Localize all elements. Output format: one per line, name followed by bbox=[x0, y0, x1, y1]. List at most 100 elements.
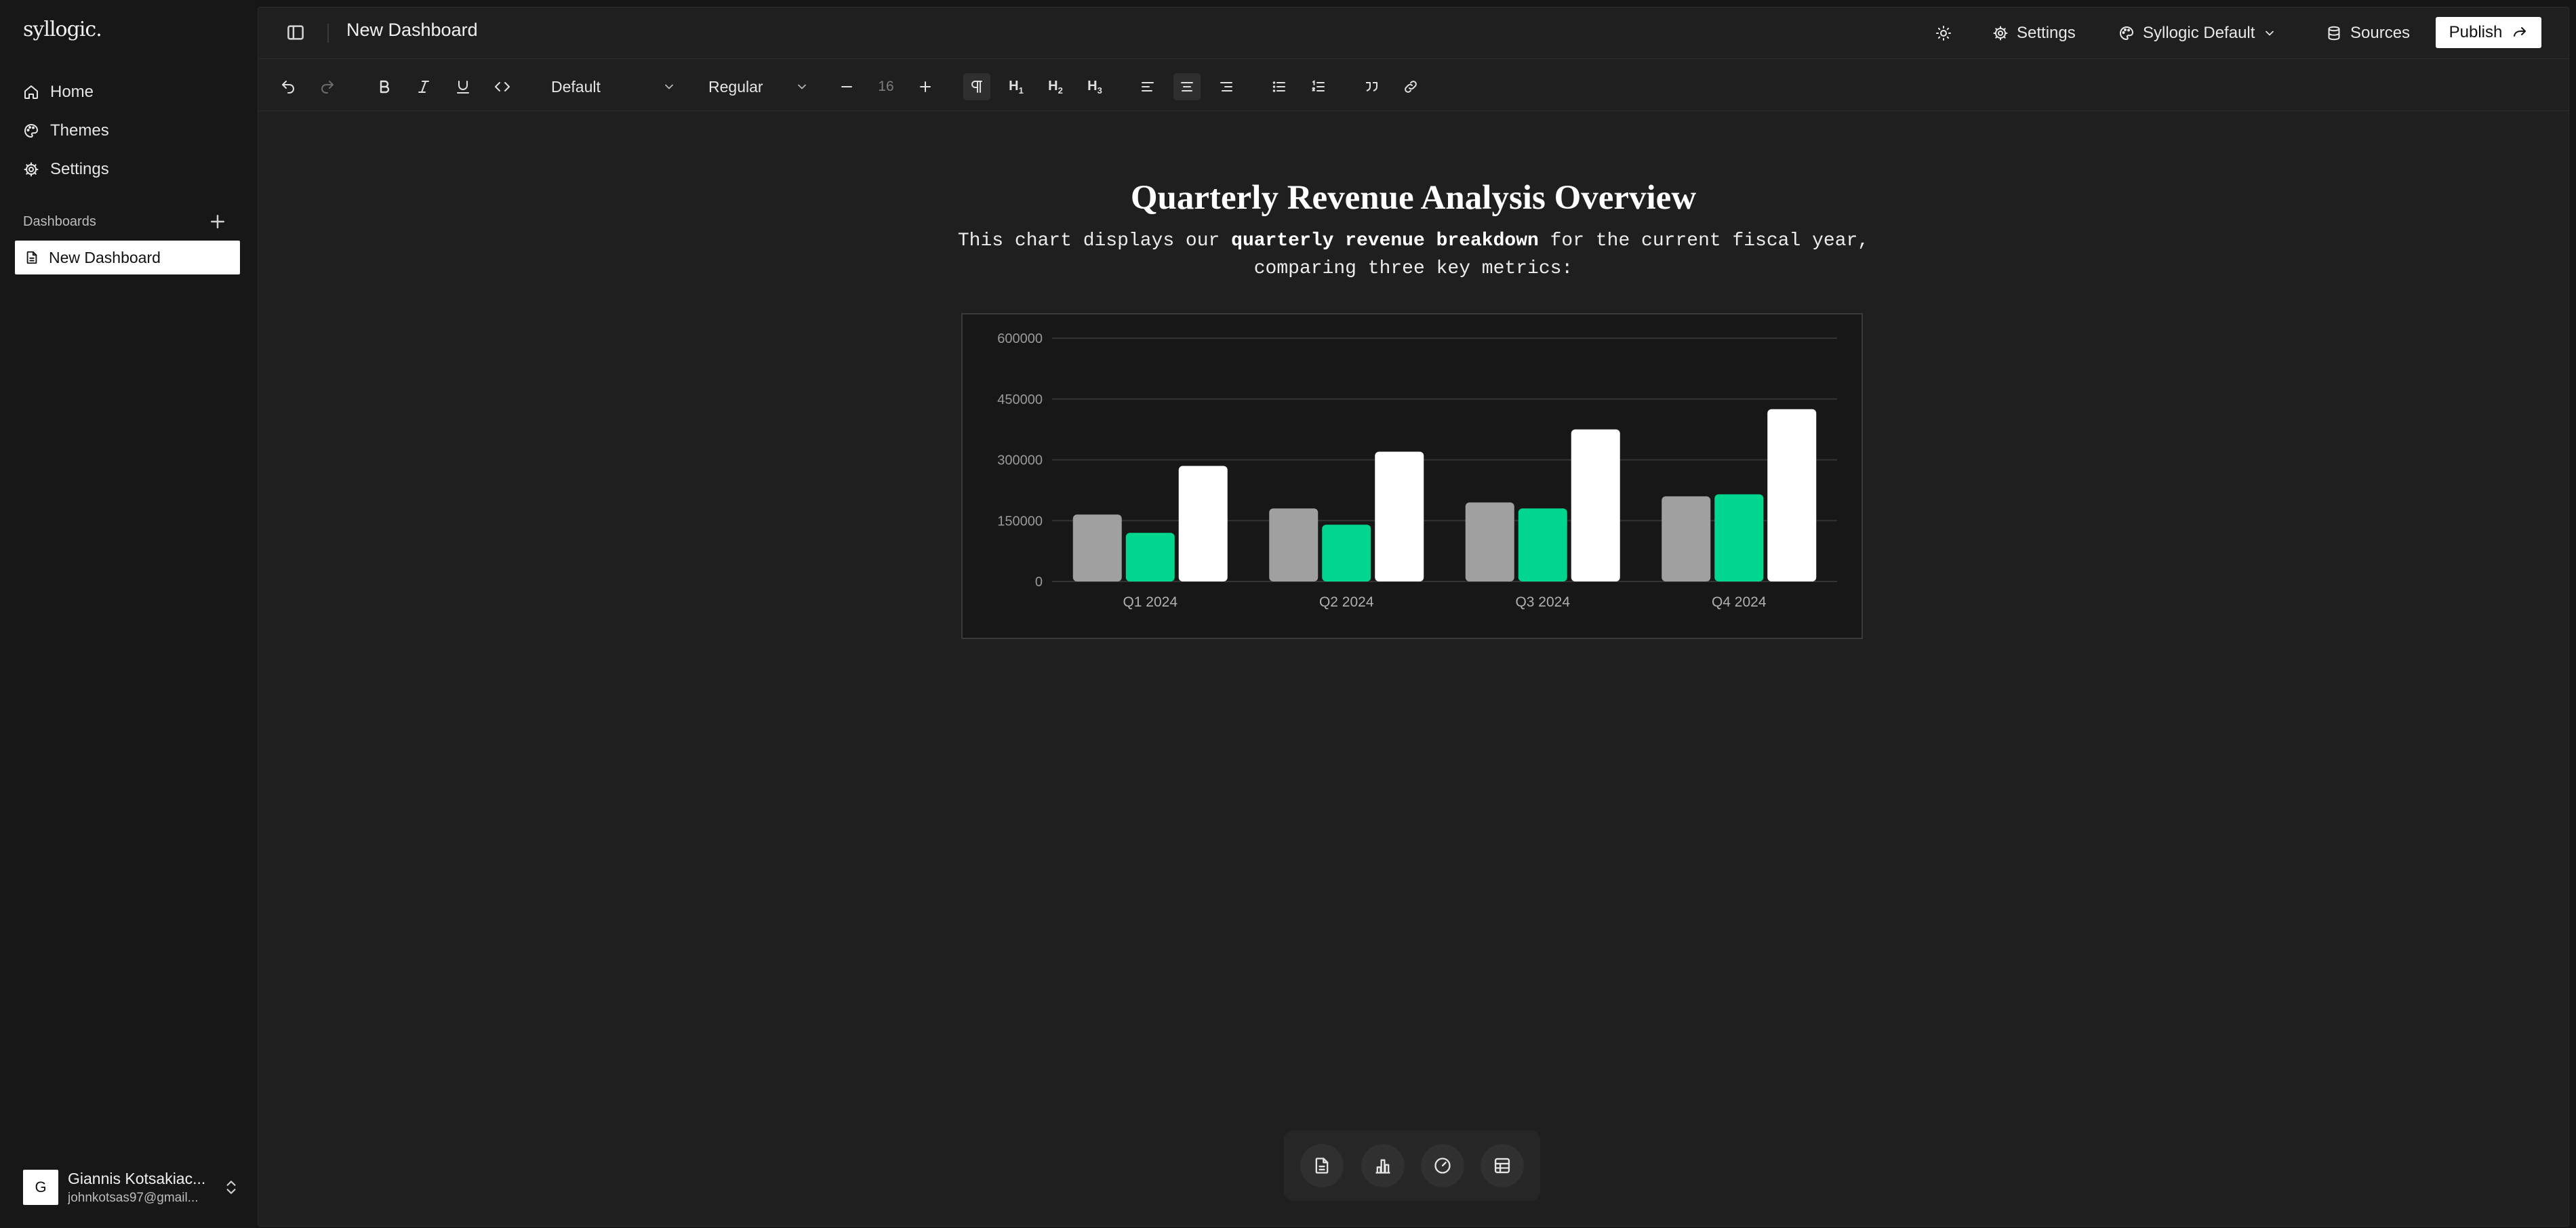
chevron-down-icon bbox=[2263, 26, 2276, 40]
settings-label: Settings bbox=[2017, 24, 2076, 42]
sources-button[interactable]: Sources bbox=[2326, 18, 2410, 48]
sources-label: Sources bbox=[2350, 24, 2411, 42]
settings-button[interactable]: Settings bbox=[1992, 18, 2076, 48]
avatar: G bbox=[23, 1170, 58, 1205]
app-logo[interactable]: syllogic. bbox=[23, 18, 102, 41]
add-chart-button[interactable] bbox=[1361, 1144, 1405, 1187]
add-text-block-button[interactable] bbox=[1300, 1144, 1344, 1187]
sidebar-item-new-dashboard[interactable]: New Dashboard bbox=[15, 241, 240, 274]
minus-icon bbox=[839, 79, 855, 95]
bar[interactable] bbox=[1269, 508, 1319, 581]
font-family-select[interactable]: Default bbox=[551, 73, 676, 100]
sidebar-item-themes[interactable]: Themes bbox=[15, 113, 239, 148]
font-size-decrease-button[interactable] bbox=[833, 73, 860, 100]
underline-icon bbox=[455, 79, 471, 95]
bar[interactable] bbox=[1662, 496, 1711, 581]
add-metric-button[interactable] bbox=[1421, 1144, 1464, 1187]
palette-icon bbox=[2118, 25, 2135, 41]
theme-select-label: Syllogic Default bbox=[2143, 24, 2255, 42]
paragraph-button[interactable] bbox=[963, 73, 990, 100]
heading-2-label: H2 bbox=[1048, 78, 1063, 96]
bar[interactable] bbox=[1518, 508, 1567, 581]
code-button[interactable] bbox=[489, 73, 516, 100]
document-heading[interactable]: Quarterly Revenue Analysis Overview bbox=[258, 178, 2569, 218]
home-icon bbox=[23, 84, 39, 100]
plus-icon bbox=[917, 79, 933, 95]
dashboards-section-label: Dashboards bbox=[23, 214, 96, 229]
user-info: Giannis Kotsakiac... johnkotsas97@gmail.… bbox=[68, 1170, 213, 1206]
y-tick-label: 0 bbox=[1035, 575, 1043, 590]
bar[interactable] bbox=[1767, 409, 1817, 581]
bar[interactable] bbox=[1125, 533, 1175, 581]
align-right-icon bbox=[1218, 79, 1234, 95]
publish-label: Publish bbox=[2449, 23, 2503, 41]
align-left-button[interactable] bbox=[1134, 73, 1161, 100]
document-paragraph[interactable]: This chart displays our quarterly revenu… bbox=[939, 227, 1888, 283]
heading-2-button[interactable]: H2 bbox=[1042, 73, 1069, 100]
bar[interactable] bbox=[1465, 502, 1514, 581]
bar[interactable] bbox=[1322, 525, 1371, 581]
user-name: Giannis Kotsakiac... bbox=[68, 1169, 206, 1187]
font-size-increase-button[interactable] bbox=[912, 73, 939, 100]
insert-dock bbox=[1284, 1130, 1540, 1201]
y-tick-label: 600000 bbox=[997, 331, 1043, 346]
blockquote-button[interactable] bbox=[1358, 73, 1385, 100]
align-center-icon bbox=[1179, 79, 1195, 95]
gear-icon bbox=[23, 161, 39, 178]
chevron-down-icon bbox=[795, 80, 809, 94]
bold-button[interactable] bbox=[371, 73, 398, 100]
bullet-list-button[interactable] bbox=[1266, 73, 1293, 100]
bar[interactable] bbox=[1714, 494, 1764, 581]
heading-1-button[interactable]: H1 bbox=[1003, 73, 1030, 100]
bar-chart-icon bbox=[1373, 1156, 1392, 1175]
align-right-button[interactable] bbox=[1213, 73, 1240, 100]
font-weight-select[interactable]: Regular bbox=[708, 73, 809, 100]
undo-icon bbox=[280, 79, 296, 95]
bar[interactable] bbox=[1072, 514, 1122, 581]
chevron-down-icon bbox=[662, 80, 676, 94]
bar[interactable] bbox=[1178, 466, 1228, 581]
bar[interactable] bbox=[1375, 451, 1424, 581]
redo-button[interactable] bbox=[314, 73, 341, 100]
dashboard-item-label: New Dashboard bbox=[49, 248, 161, 266]
sidebar-item-home[interactable]: Home bbox=[15, 75, 239, 110]
underline-button[interactable] bbox=[449, 73, 477, 100]
align-center-button[interactable] bbox=[1173, 73, 1201, 100]
add-table-button[interactable] bbox=[1481, 1144, 1524, 1187]
align-left-icon bbox=[1140, 79, 1156, 95]
y-tick-label: 150000 bbox=[997, 514, 1043, 529]
format-toolbar: Default Regular 16 H1 H2 H3 bbox=[258, 60, 2569, 111]
theme-mode-button[interactable] bbox=[1931, 18, 1956, 48]
pilcrow-icon bbox=[969, 79, 985, 95]
arrow-forward-icon bbox=[2512, 24, 2528, 41]
italic-icon bbox=[416, 79, 432, 95]
theme-select[interactable]: Syllogic Default bbox=[2118, 18, 2276, 48]
sidebar-item-label: Settings bbox=[50, 160, 109, 178]
sidebar-toggle-icon[interactable] bbox=[285, 22, 306, 43]
user-email: johnkotsas97@gmail... bbox=[68, 1190, 199, 1205]
plus-icon bbox=[207, 211, 228, 232]
italic-button[interactable] bbox=[410, 73, 437, 100]
font-size-value[interactable]: 16 bbox=[872, 73, 900, 100]
page-title[interactable]: New Dashboard bbox=[346, 20, 478, 41]
gear-icon bbox=[1992, 25, 2009, 41]
bar[interactable] bbox=[1571, 429, 1620, 581]
bold-icon bbox=[376, 79, 393, 95]
quote-icon bbox=[1363, 79, 1380, 95]
document-icon bbox=[24, 250, 39, 265]
add-dashboard-button[interactable] bbox=[207, 211, 228, 232]
paragraph-bold-text: quarterly revenue breakdown bbox=[1231, 230, 1539, 251]
undo-button[interactable] bbox=[275, 73, 302, 100]
publish-button[interactable]: Publish bbox=[2436, 17, 2541, 48]
bar-chart[interactable]: 0 150000 300000 450000 600000 Q1 2024 Q2 2024 Q… bbox=[961, 313, 1863, 639]
numbered-list-button[interactable] bbox=[1305, 73, 1332, 100]
bullet-list-icon bbox=[1271, 79, 1287, 95]
sidebar-item-label: Home bbox=[50, 83, 94, 101]
sidebar-item-settings[interactable]: Settings bbox=[15, 152, 239, 187]
font-weight-value: Regular bbox=[708, 77, 763, 96]
heading-3-button[interactable]: H3 bbox=[1081, 73, 1108, 100]
link-icon bbox=[1403, 79, 1419, 95]
user-menu[interactable]: G Giannis Kotsakiac... johnkotsas97@gmai… bbox=[23, 1168, 247, 1206]
link-button[interactable] bbox=[1397, 73, 1424, 100]
palette-icon bbox=[23, 123, 39, 139]
